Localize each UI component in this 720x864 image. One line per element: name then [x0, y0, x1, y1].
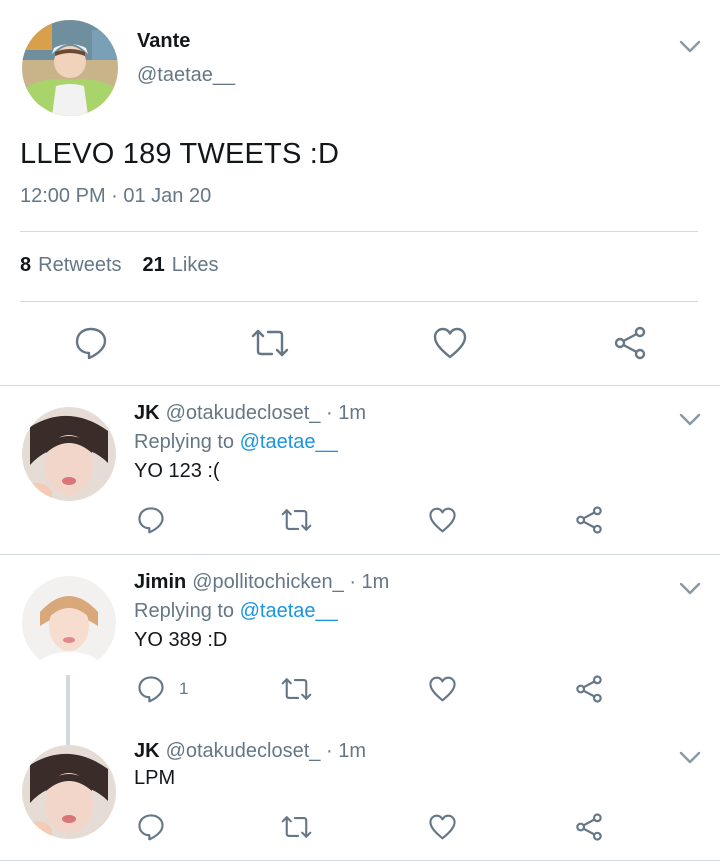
reply-button[interactable] [137, 813, 165, 841]
retweet-button[interactable] [280, 814, 313, 840]
reply-author-handle[interactable]: @otakudecloset_ [166, 402, 321, 424]
reply-button[interactable] [74, 326, 108, 360]
divider [20, 231, 698, 232]
reply-text: YO 123 :( [134, 460, 220, 482]
reply-author-name[interactable]: Jimin [134, 571, 186, 593]
tweet-timestamp[interactable]: 12:00 PM · 01 Jan 20 [20, 185, 211, 208]
retweets-stat[interactable]: 8 Retweets [20, 254, 122, 277]
divider [0, 860, 720, 861]
replying-to: Replying to @taetae__ [134, 431, 338, 454]
share-button[interactable] [574, 812, 604, 842]
divider [0, 385, 720, 386]
heart-icon [429, 676, 456, 702]
tweet-text: LLEVO 189 TWEETS :D [20, 138, 340, 170]
reply-age: · 1m [325, 402, 366, 424]
chevron-down-icon[interactable] [679, 40, 701, 54]
avatar-jimin[interactable] [22, 576, 116, 670]
retweets-count: 8 [20, 254, 32, 276]
engagement-stats: 8 Retweets 21 Likes [20, 254, 239, 277]
avatar-jk[interactable] [22, 407, 116, 501]
like-button[interactable] [428, 506, 457, 534]
reply-age: · 1m [325, 740, 366, 762]
like-button[interactable] [428, 813, 457, 841]
reply-button[interactable]: 1 [137, 675, 188, 703]
likes-label: Likes [171, 254, 219, 276]
speech-bubble-icon [138, 507, 164, 534]
retweet-arrows-icon [281, 678, 312, 700]
reply-text: YO 389 :D [134, 629, 228, 651]
share-button[interactable] [574, 505, 604, 535]
retweet-button[interactable] [280, 507, 313, 533]
share-nodes-icon [576, 506, 602, 534]
replying-to-label: Replying to [134, 600, 235, 622]
chevron-down-icon[interactable] [679, 413, 701, 427]
chevron-down-icon[interactable] [679, 582, 701, 596]
like-button[interactable] [428, 675, 457, 703]
reply-header: JK @otakudecloset_ · 1m [134, 402, 366, 425]
like-button[interactable] [432, 326, 468, 360]
reply-count: 1 [179, 679, 189, 698]
replying-to-handle[interactable]: @taetae__ [240, 431, 338, 453]
avatar-jk[interactable] [22, 745, 116, 839]
reply-author-handle[interactable]: @otakudecloset_ [166, 740, 321, 762]
chevron-down-icon[interactable] [679, 751, 701, 765]
likes-stat[interactable]: 21 Likes [143, 254, 219, 277]
retweet-button[interactable] [280, 676, 313, 702]
heart-icon [433, 327, 467, 359]
replying-to: Replying to @taetae__ [134, 600, 338, 623]
share-nodes-icon [576, 675, 602, 703]
retweet-arrows-icon [251, 329, 289, 357]
reply-author-handle[interactable]: @pollitochicken_ [192, 571, 344, 593]
speech-bubble-icon [75, 327, 107, 360]
retweet-arrows-icon [281, 816, 312, 838]
heart-icon [429, 507, 456, 533]
heart-icon [429, 814, 456, 840]
author-handle[interactable]: @taetae__ [137, 64, 235, 87]
likes-count: 21 [142, 254, 165, 276]
divider [20, 301, 698, 302]
reply-age: · 1m [349, 571, 390, 593]
thread-connector [66, 675, 70, 745]
avatar-vante[interactable] [22, 20, 118, 116]
replying-to-label: Replying to [134, 431, 235, 453]
share-nodes-icon [576, 813, 602, 841]
reply-header: Jimin @pollitochicken_ · 1m [134, 571, 389, 594]
divider [0, 554, 720, 555]
retweet-button[interactable] [250, 327, 290, 359]
replying-to-handle[interactable]: @taetae__ [240, 600, 338, 622]
author-name[interactable]: Vante [137, 30, 190, 53]
speech-bubble-icon [138, 676, 164, 703]
share-button[interactable] [612, 325, 648, 361]
retweets-label: Retweets [38, 254, 122, 276]
reply-author-name[interactable]: JK [134, 402, 160, 424]
speech-bubble-icon [138, 814, 164, 841]
reply-header: JK @otakudecloset_ · 1m [134, 740, 366, 763]
share-nodes-icon [614, 326, 646, 360]
reply-button[interactable] [137, 506, 165, 534]
share-button[interactable] [574, 674, 604, 704]
retweet-arrows-icon [281, 509, 312, 531]
reply-text: LPM [134, 767, 176, 789]
reply-author-name[interactable]: JK [134, 740, 160, 762]
